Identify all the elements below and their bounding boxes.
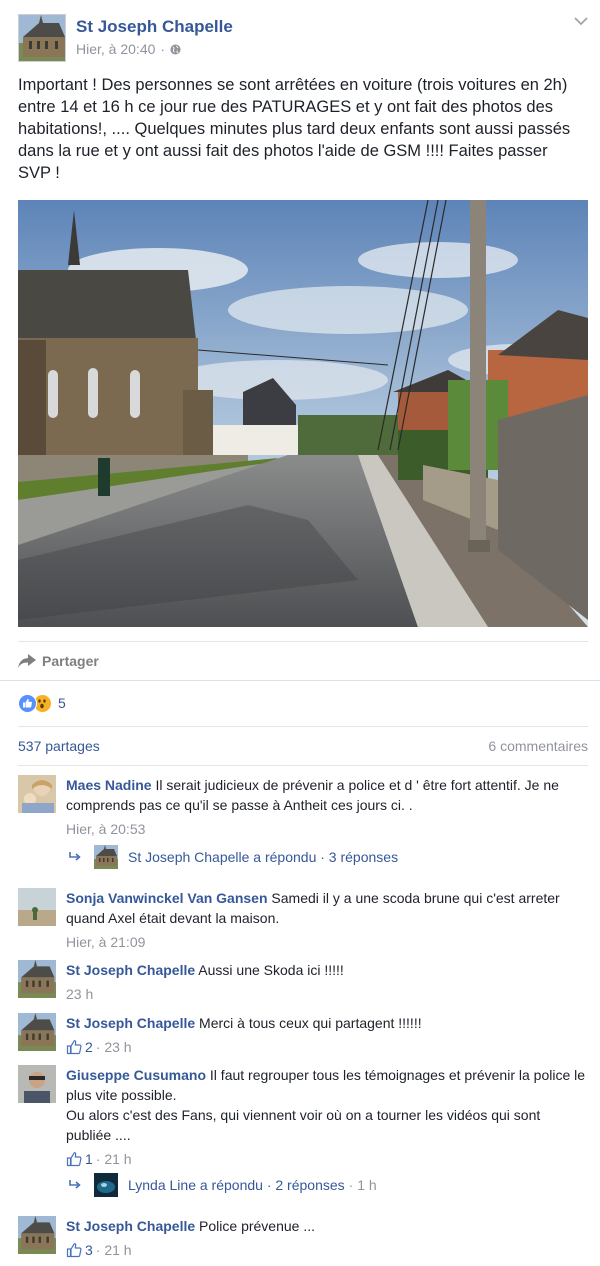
- reaction-count[interactable]: 5: [58, 695, 66, 711]
- comment-body: St Joseph Chapelle Aussi une Skoda ici !…: [66, 960, 588, 1004]
- avatar: [94, 1173, 118, 1197]
- divider-top: [18, 641, 588, 642]
- divider-reactions: [18, 726, 588, 727]
- comment-time[interactable]: Hier, à 21:09: [66, 932, 145, 952]
- page-name[interactable]: St Joseph Chapelle: [76, 17, 233, 37]
- divider-comments: [18, 765, 588, 766]
- replies-link[interactable]: St Joseph Chapelle a répondu · 3 réponse…: [68, 844, 398, 870]
- comment-time[interactable]: · 23 h: [96, 1037, 132, 1057]
- avatar[interactable]: [18, 1065, 56, 1103]
- replies-text: Lynda Line a répondu · 2 réponses: [128, 1177, 345, 1193]
- like-count[interactable]: 2: [85, 1037, 93, 1057]
- comment-text: Police prévenue ...: [199, 1218, 316, 1234]
- comment-time[interactable]: 23 h: [66, 984, 93, 1004]
- comment: Maes Nadine Il serait judicieux de préve…: [18, 775, 588, 845]
- replies-text: St Joseph Chapelle a répondu · 3 réponse…: [128, 849, 399, 865]
- section-divider: [0, 680, 600, 681]
- post-meta: Hier, à 20:40 ·: [76, 41, 181, 57]
- comment-author[interactable]: Sonja Vanwinckel Van Gansen: [66, 890, 268, 906]
- comment-author[interactable]: Maes Nadine: [66, 777, 152, 793]
- comment-time[interactable]: Hier, à 20:53: [66, 819, 145, 839]
- share-button[interactable]: Partager: [18, 650, 99, 672]
- page-avatar[interactable]: [18, 14, 66, 62]
- like-reaction-icon: [18, 693, 37, 713]
- post-text: Important ! Des personnes se sont arrêté…: [18, 76, 571, 182]
- comment-body: St Joseph Chapelle Merci à tous ceux qui…: [66, 1013, 588, 1057]
- meta-separator: ·: [160, 41, 166, 57]
- avatar[interactable]: [18, 888, 56, 926]
- avatar[interactable]: [18, 1216, 56, 1254]
- comment-text: Merci à tous ceux qui partagent !!!!!!: [199, 1015, 422, 1031]
- comment-time[interactable]: · 21 h: [96, 1240, 132, 1260]
- comment-text: Aussi une Skoda ici !!!!!: [198, 962, 344, 978]
- share-icon: [18, 654, 36, 668]
- share-label: Partager: [42, 653, 99, 669]
- like-count[interactable]: 1: [85, 1149, 93, 1169]
- avatar[interactable]: [18, 775, 56, 813]
- comment: St Joseph Chapelle Police prévenue ... 3…: [18, 1216, 588, 1260]
- shares-count[interactable]: 537 partages: [18, 738, 100, 754]
- like-count[interactable]: 3: [85, 1240, 93, 1260]
- reply-arrow-icon: [68, 1179, 82, 1191]
- comment-body: St Joseph Chapelle Police prévenue ... 3…: [66, 1216, 588, 1260]
- post-header: St Joseph Chapelle Hier, à 20:40 ·: [18, 14, 588, 64]
- chevron-down-icon[interactable]: [574, 16, 588, 26]
- comment-time[interactable]: · 21 h: [96, 1149, 132, 1169]
- replies-link[interactable]: Lynda Line a répondu · 2 réponses · 1 h: [68, 1172, 377, 1198]
- comment-author[interactable]: St Joseph Chapelle: [66, 962, 195, 978]
- reactions-row[interactable]: 5: [18, 692, 66, 714]
- comment-text-line2: Ou alors c'est des Fans, qui viennent vo…: [66, 1107, 541, 1143]
- comment-body: Sonja Vanwinckel Van Gansen Samedi il y …: [66, 888, 588, 952]
- avatar[interactable]: [18, 960, 56, 998]
- post-photo[interactable]: [18, 200, 588, 627]
- comment-body: Maes Nadine Il serait judicieux de préve…: [66, 775, 588, 839]
- comment-author[interactable]: Giuseppe Cusumano: [66, 1067, 206, 1083]
- avatar: [94, 845, 118, 869]
- thumb-icon[interactable]: [66, 1039, 82, 1055]
- avatar[interactable]: [18, 1013, 56, 1051]
- comment: St Joseph Chapelle Aussi une Skoda ici !…: [18, 960, 588, 1004]
- comment: St Joseph Chapelle Merci à tous ceux qui…: [18, 1013, 588, 1057]
- comment: Giuseppe Cusumano Il faut regrouper tous…: [18, 1065, 588, 1169]
- comments-count[interactable]: 6 commentaires: [488, 738, 588, 754]
- thumb-icon[interactable]: [66, 1242, 82, 1258]
- globe-icon: [170, 43, 181, 55]
- post-timestamp[interactable]: Hier, à 20:40: [76, 41, 155, 57]
- comment-body: Giuseppe Cusumano Il faut regrouper tous…: [66, 1065, 588, 1169]
- reply-arrow-icon: [68, 851, 82, 863]
- comment-author[interactable]: St Joseph Chapelle: [66, 1218, 195, 1234]
- thumb-icon[interactable]: [66, 1151, 82, 1167]
- stats-row: 537 partages 6 commentaires: [18, 738, 588, 756]
- reply-time[interactable]: · 1 h: [349, 1177, 377, 1193]
- comment: Sonja Vanwinckel Van Gansen Samedi il y …: [18, 888, 588, 952]
- comment-author[interactable]: St Joseph Chapelle: [66, 1015, 195, 1031]
